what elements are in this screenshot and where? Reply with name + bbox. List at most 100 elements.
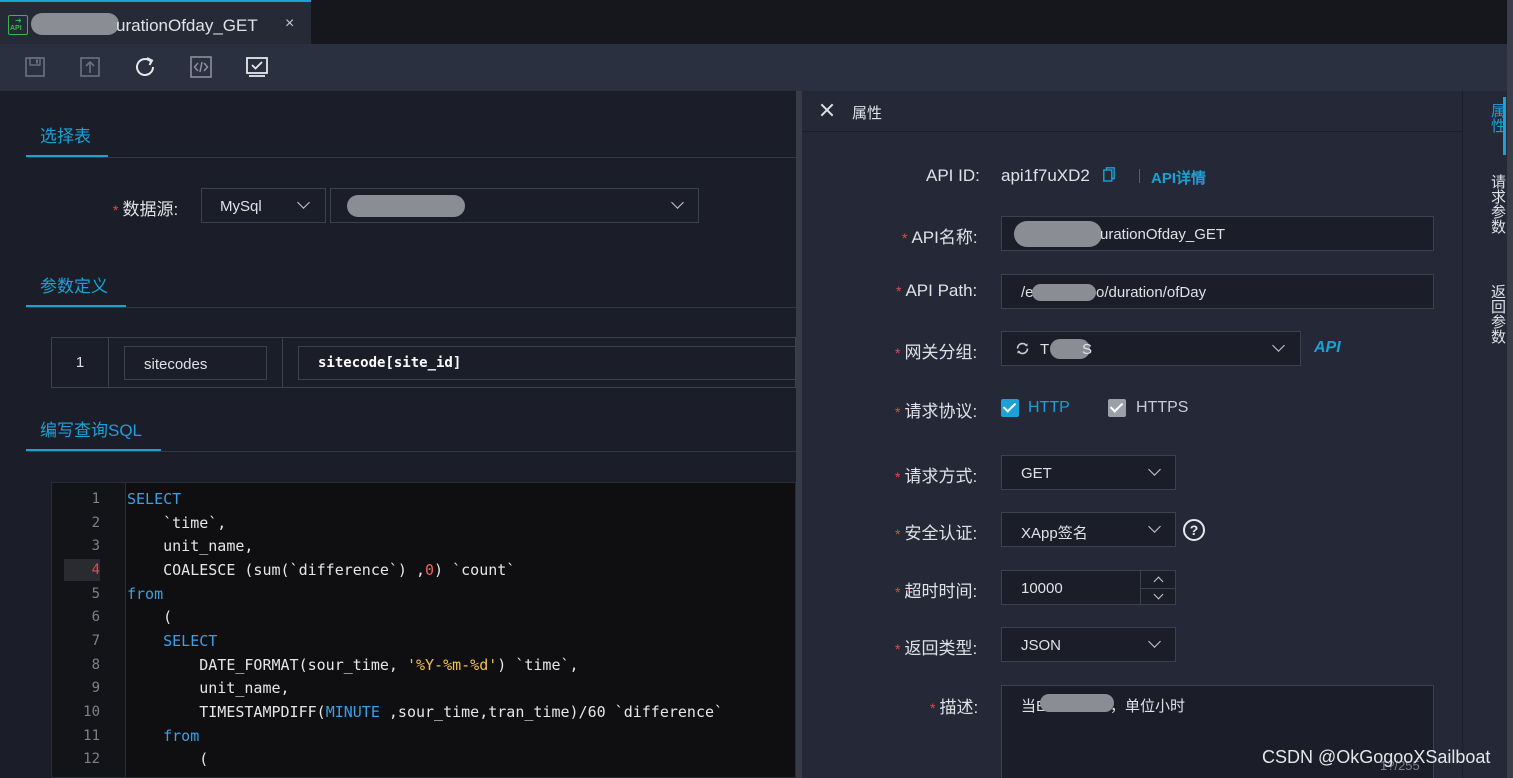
description-suffix: ，单位小时 <box>1110 698 1186 715</box>
datasource-type-value: MySql <box>220 198 262 215</box>
left-panel: 选择表 * 数据源: MySql 参数定义 1 sitecodes sitecod… <box>0 91 796 778</box>
param-index: 1 <box>52 338 109 387</box>
gateway-group-select[interactable]: T S <box>1001 331 1301 366</box>
chevron-down-icon <box>1272 339 1285 352</box>
chevron-down-icon <box>297 196 310 209</box>
section-select-table[interactable]: 选择表 <box>40 122 91 147</box>
api-name-value: urationOfday_GET <box>1100 226 1226 243</box>
code-line: from <box>127 585 164 603</box>
save-icon[interactable] <box>22 54 48 80</box>
auth-select[interactable]: XApp签名 <box>1001 512 1176 547</box>
close-icon[interactable] <box>820 103 834 117</box>
redacted-blur <box>1014 221 1102 247</box>
gateway-api-link[interactable]: API <box>1314 339 1341 357</box>
decrement-icon[interactable] <box>1141 588 1176 604</box>
properties-title: 属性 <box>852 105 883 122</box>
method-value: GET <box>1021 465 1052 482</box>
tab-bar: ➜ API urationOfday_GET × <box>0 0 1513 44</box>
code-line: from <box>127 727 200 745</box>
test-icon[interactable] <box>244 54 270 80</box>
api-path-label: * API Path: <box>896 281 978 300</box>
side-tabs: 属性 请求参数 返回参数 <box>1462 91 1507 778</box>
scrollbar-top <box>1507 0 1513 44</box>
section-write-sql[interactable]: 编写查询SQL <box>40 416 142 441</box>
auth-label: * 安全认证: <box>895 524 978 543</box>
description-label: * 描述: <box>930 698 979 717</box>
divider <box>282 338 283 387</box>
scrollbar-right[interactable] <box>1507 44 1513 778</box>
timeout-value: 10000 <box>1021 580 1063 597</box>
code-icon[interactable] <box>188 54 214 80</box>
method-select[interactable]: GET <box>1001 455 1176 490</box>
redacted-blur <box>347 195 465 217</box>
toolbar <box>0 44 1507 91</box>
copy-icon[interactable] <box>1103 167 1115 182</box>
line-number: 1 <box>91 491 100 507</box>
chevron-down-icon <box>1148 520 1161 533</box>
gateway-group-value-tail: S <box>1082 341 1093 358</box>
refresh-icon[interactable] <box>132 54 158 80</box>
tab-title: urationOfday_GET <box>116 16 258 35</box>
datasource-select[interactable] <box>330 188 699 223</box>
timeout-label: * 超时时间: <box>895 582 978 601</box>
api-path-suffix: o/duration/ofDay <box>1096 284 1207 301</box>
properties-header: 属性 <box>802 91 1462 132</box>
line-number: 10 <box>83 704 100 720</box>
divider <box>26 451 796 452</box>
line-number: 6 <box>91 609 100 625</box>
param-expression-input[interactable]: sitecode[site_id] <box>298 346 796 380</box>
api-file-icon: ➜ API <box>8 15 28 35</box>
sync-icon <box>1015 341 1030 356</box>
line-number-gutter: 1 2 3 4 5 6 7 8 9 10 11 12 <box>52 483 126 777</box>
side-tab-properties[interactable]: 属性 <box>1463 103 1507 133</box>
divider <box>26 307 796 308</box>
redacted-blur <box>31 13 119 35</box>
line-number: 12 <box>83 751 100 767</box>
api-name-input[interactable]: urationOfday_GET <box>1001 216 1434 251</box>
http-checkbox[interactable] <box>1001 399 1019 417</box>
http-label: HTTP <box>1028 399 1070 416</box>
code-line: DATE_FORMAT(sour_time, '%Y-%m-%d') `time… <box>127 656 579 674</box>
code-line: unit_name, <box>127 537 254 555</box>
return-type-select[interactable]: JSON <box>1001 627 1176 662</box>
chevron-down-icon <box>1148 463 1161 476</box>
datasource-label: * 数据源: <box>113 200 179 219</box>
section-param-definition[interactable]: 参数定义 <box>40 272 108 297</box>
help-icon[interactable]: ? <box>1183 519 1205 541</box>
code-line: `time`, <box>127 514 227 532</box>
code-line: ( <box>127 750 209 768</box>
tab-close-icon[interactable]: × <box>285 15 294 33</box>
return-type-label: * 返回类型: <box>895 639 978 658</box>
properties-panel: 属性 API ID: api1f7uXD2 API详情 * API名称: urat… <box>802 91 1462 778</box>
protocol-label: * 请求协议: <box>895 402 978 421</box>
side-tab-request-params[interactable]: 请求参数 <box>1463 174 1507 234</box>
line-number: 9 <box>91 680 100 696</box>
divider <box>26 157 796 158</box>
tab-api-editor[interactable]: ➜ API urationOfday_GET × <box>0 0 311 44</box>
increment-icon[interactable] <box>1141 571 1176 587</box>
stepper-controls <box>1140 571 1176 605</box>
line-number: 3 <box>91 538 100 554</box>
redacted-blur <box>1032 284 1096 301</box>
api-detail-link[interactable]: API详情 <box>1151 167 1206 188</box>
code-line: ( <box>127 608 173 626</box>
https-checkbox[interactable] <box>1108 399 1126 417</box>
code-line: unit_name, <box>127 679 290 697</box>
timeout-stepper[interactable]: 10000 <box>1001 570 1176 605</box>
code-line: SELECT <box>127 490 182 508</box>
watermark: CSDN @OkGogooXSailboat <box>1262 747 1491 767</box>
chevron-down-icon <box>671 196 684 209</box>
chevron-down-icon <box>1148 635 1161 648</box>
line-number-active: 4 <box>91 562 100 578</box>
code-line: TIMESTAMPDIFF(MINUTE ,sour_time,tran_tim… <box>127 703 724 721</box>
param-name-input[interactable]: sitecodes <box>124 346 267 380</box>
https-label: HTTPS <box>1136 399 1189 416</box>
method-label: * 请求方式: <box>895 467 978 486</box>
datasource-type-select[interactable]: MySql <box>201 188 326 223</box>
sql-editor[interactable]: 1 2 3 4 5 6 7 8 9 10 11 12 SELECT `time`… <box>51 482 796 778</box>
api-path-input[interactable]: /e o/duration/ofDay <box>1001 274 1434 309</box>
line-number: 11 <box>83 728 100 744</box>
publish-icon[interactable] <box>77 54 103 80</box>
line-number: 5 <box>91 586 100 602</box>
side-tab-response-params[interactable]: 返回参数 <box>1463 284 1507 344</box>
